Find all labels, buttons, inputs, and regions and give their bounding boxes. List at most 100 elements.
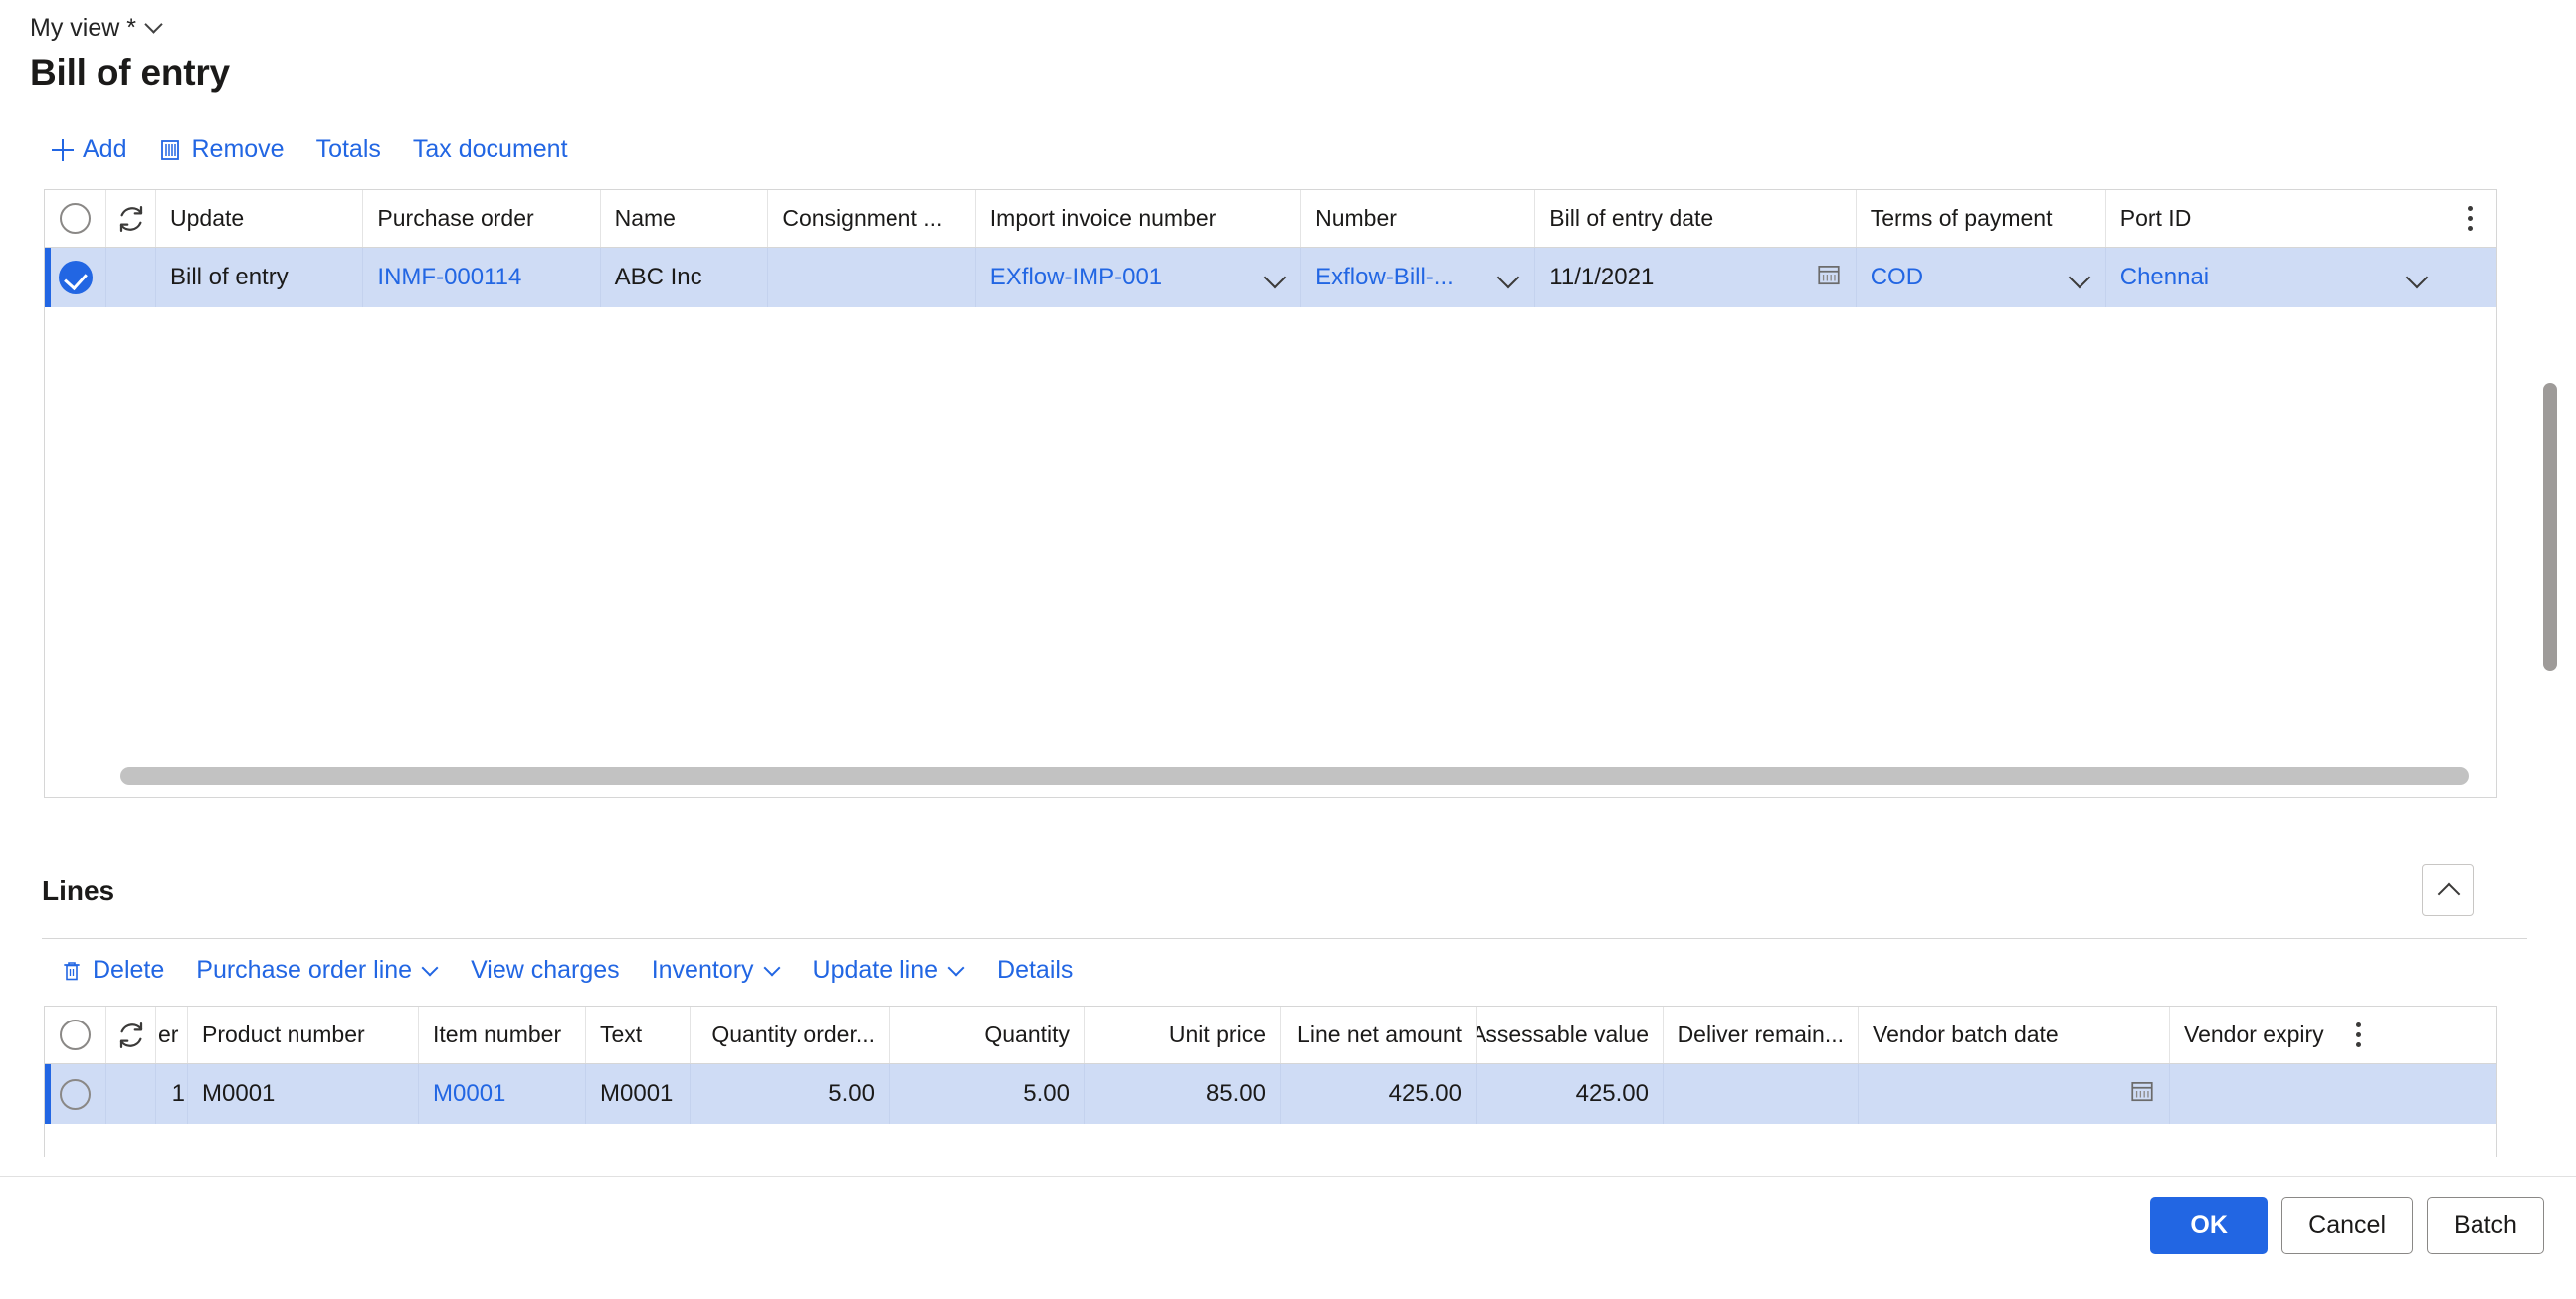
select-all-radio-icon[interactable] — [60, 203, 91, 234]
lines-collapse-button[interactable] — [2422, 864, 2474, 916]
column-header-number[interactable]: Number — [1301, 190, 1536, 247]
delete-button[interactable]: Delete — [60, 950, 180, 991]
grid-horizontal-scrollbar[interactable] — [45, 767, 2496, 789]
refresh-cell[interactable] — [106, 190, 156, 247]
update-line-button-label: Update line — [812, 956, 939, 984]
page-title: Bill of entry — [30, 52, 230, 93]
cell-product-number[interactable]: M0001 — [188, 1064, 419, 1124]
cell-unit-price[interactable]: 85.00 — [1085, 1064, 1281, 1124]
calendar-icon[interactable] — [1816, 262, 1842, 294]
cell-item-number[interactable]: M0001 — [419, 1064, 586, 1124]
column-header-consignment[interactable]: Consignment ... — [768, 190, 976, 247]
inventory-button-label: Inventory — [651, 956, 754, 984]
cell-text[interactable]: M0001 — [586, 1064, 691, 1124]
cell-deliver-remainder[interactable] — [1664, 1064, 1859, 1124]
footer-buttons: OK Cancel Batch — [2150, 1197, 2544, 1254]
chevron-down-icon — [949, 961, 965, 977]
details-button[interactable]: Details — [981, 950, 1089, 991]
lines-select-all-cell[interactable] — [45, 1007, 106, 1063]
column-header-vendor-expiry-date[interactable]: Vendor expiry ( — [2170, 1007, 2331, 1063]
chevron-down-icon[interactable] — [2405, 266, 2429, 289]
lines-row-refresh-cell — [106, 1064, 156, 1124]
calendar-icon[interactable] — [2129, 1078, 2155, 1111]
lines-row-selection-marker — [45, 1064, 51, 1124]
add-button-label: Add — [83, 135, 127, 163]
cell-number-value: Exflow-Bill-... — [1315, 264, 1454, 290]
tax-document-button[interactable]: Tax document — [397, 129, 584, 170]
column-header-assessable-value[interactable]: Assessable value — [1477, 1007, 1664, 1063]
add-button[interactable]: Add — [52, 129, 142, 170]
table-row[interactable]: Bill of entry INMF-000114 ABC Inc EXflow… — [45, 248, 2496, 307]
column-header-unit-price[interactable]: Unit price — [1085, 1007, 1281, 1063]
totals-button[interactable]: Totals — [300, 129, 397, 170]
column-header-vendor-batch-date[interactable]: Vendor batch date — [1859, 1007, 2170, 1063]
column-header-terms-of-payment[interactable]: Terms of payment — [1857, 190, 2106, 247]
row-select-cell[interactable] — [45, 248, 106, 307]
cell-port-id-value: Chennai — [2119, 264, 2210, 290]
chevron-down-icon[interactable] — [2068, 266, 2091, 289]
lines-row-select-cell[interactable] — [45, 1064, 106, 1124]
dialog-vertical-scrollbar-thumb[interactable] — [2543, 383, 2557, 671]
update-line-button[interactable]: Update line — [797, 950, 981, 991]
column-header-line-net-amount[interactable]: Line net amount — [1281, 1007, 1477, 1063]
cell-vendor-batch-date[interactable] — [1859, 1064, 2170, 1124]
lines-table-row[interactable]: 1 M0001 M0001 M0001 5.00 5.00 85.00 425.… — [45, 1064, 2496, 1124]
cell-purchase-order[interactable]: INMF-000114 — [363, 248, 601, 307]
cell-er[interactable]: 1 — [156, 1064, 188, 1124]
column-header-item-number[interactable]: Item number — [419, 1007, 586, 1063]
details-button-label: Details — [997, 956, 1074, 984]
refresh-icon[interactable] — [116, 204, 146, 234]
cell-consignment[interactable] — [768, 248, 976, 307]
column-header-update[interactable]: Update — [156, 190, 364, 247]
cancel-button[interactable]: Cancel — [2281, 1197, 2413, 1254]
lines-refresh-cell[interactable] — [106, 1007, 156, 1063]
cell-line-net-amount[interactable]: 425.00 — [1281, 1064, 1477, 1124]
ok-button[interactable]: OK — [2150, 1197, 2269, 1254]
column-header-port-id[interactable]: Port ID — [2106, 190, 2443, 247]
totals-button-label: Totals — [315, 135, 381, 163]
cell-update[interactable]: Bill of entry — [156, 248, 364, 307]
lines-section-title: Lines — [42, 875, 115, 906]
column-header-import-invoice-number[interactable]: Import invoice number — [976, 190, 1302, 247]
cell-quantity-ordered[interactable]: 5.00 — [691, 1064, 890, 1124]
chevron-down-icon[interactable] — [1496, 266, 1520, 289]
purchase-order-line-button[interactable]: Purchase order line — [180, 950, 455, 991]
column-header-er[interactable]: er — [156, 1007, 188, 1063]
chevron-down-icon — [146, 17, 163, 34]
grid-options-kebab-icon[interactable] — [2443, 190, 2496, 247]
remove-button[interactable]: Remove — [142, 129, 299, 170]
cell-vendor-expiry-date[interactable] — [2170, 1064, 2331, 1124]
cell-assessable-value[interactable]: 425.00 — [1477, 1064, 1664, 1124]
cell-port-id[interactable]: Chennai — [2106, 248, 2443, 307]
chevron-down-icon[interactable] — [1263, 266, 1287, 289]
cell-bill-of-entry-date[interactable]: 11/1/2021 — [1535, 248, 1857, 307]
inventory-button[interactable]: Inventory — [636, 950, 797, 991]
lines-grid-options-kebab-icon[interactable] — [2331, 1007, 2385, 1063]
view-charges-button[interactable]: View charges — [455, 950, 636, 991]
column-header-quantity[interactable]: Quantity — [890, 1007, 1085, 1063]
column-header-deliver-remainder[interactable]: Deliver remain... — [1664, 1007, 1859, 1063]
cell-quantity[interactable]: 5.00 — [890, 1064, 1085, 1124]
tax-document-button-label: Tax document — [412, 135, 568, 163]
column-header-purchase-order[interactable]: Purchase order — [363, 190, 601, 247]
cell-import-invoice-number[interactable]: EXflow-IMP-001 — [976, 248, 1302, 307]
view-selector[interactable]: My view * — [30, 14, 163, 43]
select-all-cell[interactable] — [45, 190, 106, 247]
column-header-name[interactable]: Name — [601, 190, 769, 247]
chevron-down-icon — [423, 961, 439, 977]
column-header-quantity-ordered[interactable]: Quantity order... — [691, 1007, 890, 1063]
batch-button[interactable]: Batch — [2427, 1197, 2544, 1254]
column-header-product-number[interactable]: Product number — [188, 1007, 419, 1063]
column-header-bill-of-entry-date[interactable]: Bill of entry date — [1535, 190, 1857, 247]
cell-terms-of-payment[interactable]: COD — [1857, 248, 2106, 307]
grid-horizontal-scrollbar-thumb[interactable] — [120, 767, 2469, 785]
row-selected-check-icon[interactable] — [58, 261, 93, 294]
column-header-text[interactable]: Text — [586, 1007, 691, 1063]
cell-name[interactable]: ABC Inc — [601, 248, 769, 307]
chevron-down-icon — [765, 961, 781, 977]
cell-number[interactable]: Exflow-Bill-... — [1301, 248, 1536, 307]
select-all-radio-icon[interactable] — [60, 1020, 91, 1050]
remove-button-label: Remove — [191, 135, 285, 163]
row-select-radio-icon[interactable] — [60, 1078, 91, 1110]
refresh-icon[interactable] — [116, 1021, 146, 1050]
